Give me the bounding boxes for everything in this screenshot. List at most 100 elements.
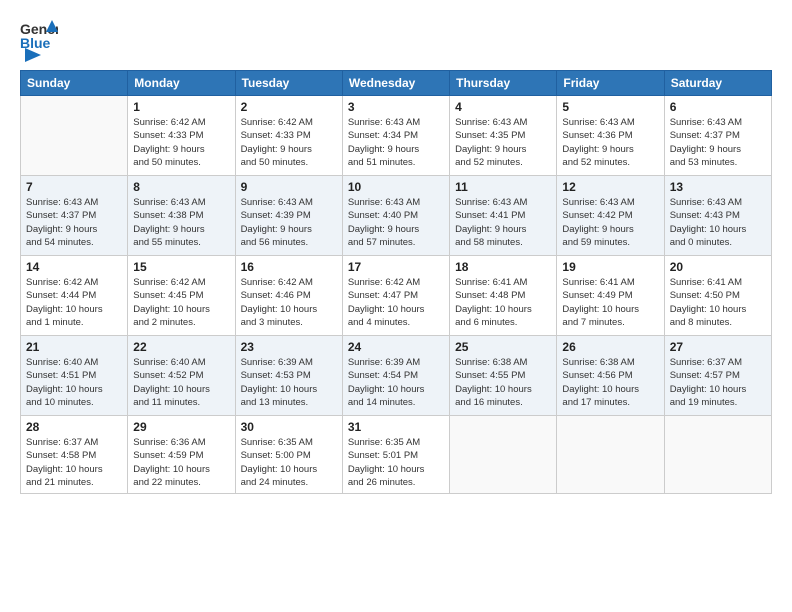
calendar-cell: 30 Sunrise: 6:35 AMSunset: 5:00 PMDayligh… — [235, 416, 342, 494]
day-info: Sunrise: 6:42 AMSunset: 4:33 PMDaylight:… — [133, 116, 229, 169]
calendar-cell: 13 Sunrise: 6:43 AMSunset: 4:43 PMDayligh… — [664, 176, 771, 256]
day-info: Sunrise: 6:37 AMSunset: 4:58 PMDaylight:… — [26, 436, 122, 489]
day-number: 4 — [455, 100, 551, 114]
day-number: 12 — [562, 180, 658, 194]
calendar-cell: 20 Sunrise: 6:41 AMSunset: 4:50 PMDayligh… — [664, 256, 771, 336]
day-number: 13 — [670, 180, 766, 194]
calendar-cell: 21 Sunrise: 6:40 AMSunset: 4:51 PMDayligh… — [21, 336, 128, 416]
calendar-cell: 14 Sunrise: 6:42 AMSunset: 4:44 PMDayligh… — [21, 256, 128, 336]
calendar-cell: 2Sunrise: 6:42 AMSunset: 4:33 PMDaylight… — [235, 96, 342, 176]
calendar-cell: 29 Sunrise: 6:36 AMSunset: 4:59 PMDayligh… — [128, 416, 235, 494]
day-number: 26 — [562, 340, 658, 354]
day-number: 25 — [455, 340, 551, 354]
calendar-cell: 27 Sunrise: 6:37 AMSunset: 4:57 PMDayligh… — [664, 336, 771, 416]
calendar-cell: 10 Sunrise: 6:43 AMSunset: 4:40 PMDayligh… — [342, 176, 449, 256]
day-info: Sunrise: 6:41 AMSunset: 4:48 PMDaylight:… — [455, 276, 551, 329]
day-info: Sunrise: 6:43 AMSunset: 4:41 PMDaylight:… — [455, 196, 551, 249]
calendar-cell: 25Sunrise: 6:38 AMSunset: 4:55 PMDayligh… — [450, 336, 557, 416]
day-number: 14 — [26, 260, 122, 274]
calendar-cell: 8 Sunrise: 6:43 AMSunset: 4:38 PMDaylight… — [128, 176, 235, 256]
day-info: Sunrise: 6:39 AMSunset: 4:53 PMDaylight:… — [241, 356, 337, 409]
day-info: Sunrise: 6:43 AMSunset: 4:35 PMDaylight:… — [455, 116, 551, 169]
calendar-header-row: SundayMondayTuesdayWednesdayThursdayFrid… — [21, 71, 772, 96]
day-number: 24 — [348, 340, 444, 354]
day-info: Sunrise: 6:43 AMSunset: 4:37 PMDaylight:… — [26, 196, 122, 249]
day-number: 8 — [133, 180, 229, 194]
day-number: 22 — [133, 340, 229, 354]
calendar-cell: 3Sunrise: 6:43 AMSunset: 4:34 PMDaylight… — [342, 96, 449, 176]
day-number: 1 — [133, 100, 229, 114]
calendar-cell: 1 Sunrise: 6:42 AMSunset: 4:33 PMDaylight… — [128, 96, 235, 176]
calendar-cell: 31Sunrise: 6:35 AMSunset: 5:01 PMDayligh… — [342, 416, 449, 494]
day-number: 16 — [241, 260, 337, 274]
day-number: 11 — [455, 180, 551, 194]
calendar-day-header: Sunday — [21, 71, 128, 96]
calendar-cell: 6 Sunrise: 6:43 AMSunset: 4:37 PMDaylight… — [664, 96, 771, 176]
calendar-day-header: Tuesday — [235, 71, 342, 96]
day-info: Sunrise: 6:40 AMSunset: 4:51 PMDaylight:… — [26, 356, 122, 409]
calendar-cell — [664, 416, 771, 494]
calendar-cell — [21, 96, 128, 176]
calendar-week-row: 14 Sunrise: 6:42 AMSunset: 4:44 PMDayligh… — [21, 256, 772, 336]
day-info: Sunrise: 6:35 AMSunset: 5:00 PMDaylight:… — [241, 436, 337, 489]
day-info: Sunrise: 6:41 AMSunset: 4:50 PMDaylight:… — [670, 276, 766, 329]
day-number: 23 — [241, 340, 337, 354]
day-info: Sunrise: 6:43 AMSunset: 4:39 PMDaylight:… — [241, 196, 337, 249]
calendar-cell: 16 Sunrise: 6:42 AMSunset: 4:46 PMDayligh… — [235, 256, 342, 336]
day-info: Sunrise: 6:43 AMSunset: 4:42 PMDaylight:… — [562, 196, 658, 249]
day-info: Sunrise: 6:43 AMSunset: 4:40 PMDaylight:… — [348, 196, 444, 249]
calendar-day-header: Thursday — [450, 71, 557, 96]
calendar-cell: 24 Sunrise: 6:39 AMSunset: 4:54 PMDayligh… — [342, 336, 449, 416]
calendar-cell: 28 Sunrise: 6:37 AMSunset: 4:58 PMDayligh… — [21, 416, 128, 494]
day-number: 30 — [241, 420, 337, 434]
day-info: Sunrise: 6:39 AMSunset: 4:54 PMDaylight:… — [348, 356, 444, 409]
day-info: Sunrise: 6:42 AMSunset: 4:47 PMDaylight:… — [348, 276, 444, 329]
calendar-cell: 18Sunrise: 6:41 AMSunset: 4:48 PMDayligh… — [450, 256, 557, 336]
page: General Blue SundayMondayTuesdayWednesda… — [0, 0, 792, 612]
day-info: Sunrise: 6:43 AMSunset: 4:38 PMDaylight:… — [133, 196, 229, 249]
day-info: Sunrise: 6:38 AMSunset: 4:56 PMDaylight:… — [562, 356, 658, 409]
day-info: Sunrise: 6:36 AMSunset: 4:59 PMDaylight:… — [133, 436, 229, 489]
day-info: Sunrise: 6:42 AMSunset: 4:33 PMDaylight:… — [241, 116, 337, 169]
calendar-cell: 4 Sunrise: 6:43 AMSunset: 4:35 PMDaylight… — [450, 96, 557, 176]
day-info: Sunrise: 6:37 AMSunset: 4:57 PMDaylight:… — [670, 356, 766, 409]
calendar-cell — [450, 416, 557, 494]
day-number: 15 — [133, 260, 229, 274]
day-info: Sunrise: 6:43 AMSunset: 4:43 PMDaylight:… — [670, 196, 766, 249]
day-info: Sunrise: 6:40 AMSunset: 4:52 PMDaylight:… — [133, 356, 229, 409]
calendar-cell: 19Sunrise: 6:41 AMSunset: 4:49 PMDayligh… — [557, 256, 664, 336]
day-info: Sunrise: 6:42 AMSunset: 4:46 PMDaylight:… — [241, 276, 337, 329]
day-info: Sunrise: 6:43 AMSunset: 4:34 PMDaylight:… — [348, 116, 444, 169]
calendar-cell: 11 Sunrise: 6:43 AMSunset: 4:41 PMDayligh… — [450, 176, 557, 256]
calendar-week-row: 1 Sunrise: 6:42 AMSunset: 4:33 PMDaylight… — [21, 96, 772, 176]
day-number: 20 — [670, 260, 766, 274]
day-number: 17 — [348, 260, 444, 274]
calendar-cell: 17 Sunrise: 6:42 AMSunset: 4:47 PMDayligh… — [342, 256, 449, 336]
day-info: Sunrise: 6:42 AMSunset: 4:45 PMDaylight:… — [133, 276, 229, 329]
day-number: 29 — [133, 420, 229, 434]
day-number: 19 — [562, 260, 658, 274]
calendar-cell: 22 Sunrise: 6:40 AMSunset: 4:52 PMDayligh… — [128, 336, 235, 416]
day-number: 5 — [562, 100, 658, 114]
calendar-cell: 7Sunrise: 6:43 AMSunset: 4:37 PMDaylight… — [21, 176, 128, 256]
logo-arrow-icon — [25, 48, 41, 62]
calendar-week-row: 28 Sunrise: 6:37 AMSunset: 4:58 PMDayligh… — [21, 416, 772, 494]
calendar-cell: 9Sunrise: 6:43 AMSunset: 4:39 PMDaylight… — [235, 176, 342, 256]
calendar-day-header: Monday — [128, 71, 235, 96]
calendar-day-header: Wednesday — [342, 71, 449, 96]
day-number: 6 — [670, 100, 766, 114]
day-number: 21 — [26, 340, 122, 354]
calendar-cell: 5Sunrise: 6:43 AMSunset: 4:36 PMDaylight… — [557, 96, 664, 176]
day-number: 28 — [26, 420, 122, 434]
calendar-cell: 15 Sunrise: 6:42 AMSunset: 4:45 PMDayligh… — [128, 256, 235, 336]
logo: General Blue — [20, 18, 58, 62]
calendar-cell: 23 Sunrise: 6:39 AMSunset: 4:53 PMDayligh… — [235, 336, 342, 416]
day-number: 10 — [348, 180, 444, 194]
day-info: Sunrise: 6:42 AMSunset: 4:44 PMDaylight:… — [26, 276, 122, 329]
day-info: Sunrise: 6:35 AMSunset: 5:01 PMDaylight:… — [348, 436, 444, 489]
calendar-week-row: 7Sunrise: 6:43 AMSunset: 4:37 PMDaylight… — [21, 176, 772, 256]
day-number: 27 — [670, 340, 766, 354]
calendar-day-header: Saturday — [664, 71, 771, 96]
day-info: Sunrise: 6:43 AMSunset: 4:37 PMDaylight:… — [670, 116, 766, 169]
calendar-cell: 12 Sunrise: 6:43 AMSunset: 4:42 PMDayligh… — [557, 176, 664, 256]
